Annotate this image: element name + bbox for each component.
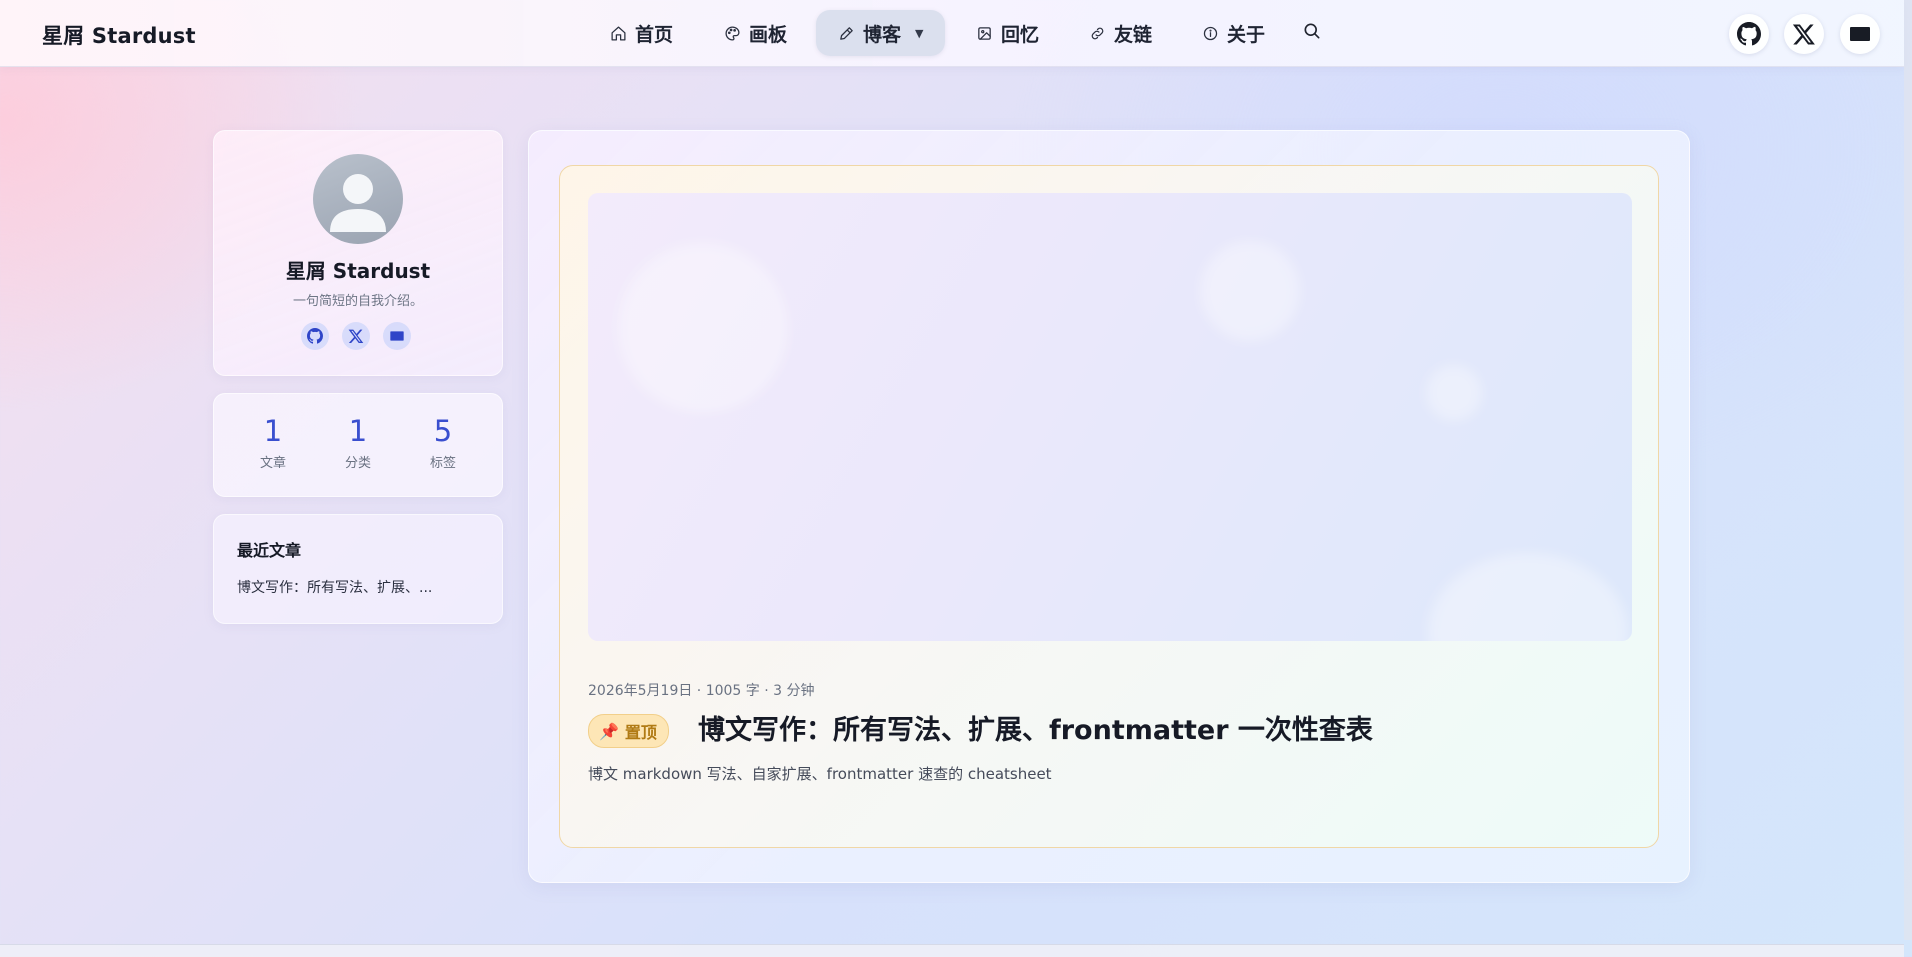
nav-label: 友链 bbox=[1114, 23, 1153, 46]
nav-label: 首页 bbox=[635, 23, 674, 46]
profile-bio: 一句简短的自我介绍。 bbox=[292, 294, 423, 309]
chevron-down-icon[interactable]: ▼ bbox=[915, 27, 923, 40]
stat-value: 1 bbox=[263, 414, 283, 448]
nav-label: 回忆 bbox=[1001, 23, 1040, 46]
post-title[interactable]: 博文写作：所有写法、扩展、frontmatter 一次性查表 bbox=[698, 708, 1373, 747]
nav-item-blog[interactable]: 博客 ▼ bbox=[816, 10, 946, 56]
nav-item-links[interactable]: 友链 bbox=[1079, 10, 1162, 56]
post-meta: 2026年5月19日 · 1005 字 · 3 分钟 bbox=[588, 683, 815, 699]
pinned-badge: 📌 置顶 bbox=[588, 714, 669, 748]
profile-github-link[interactable] bbox=[301, 322, 329, 350]
stat-label: 分类 bbox=[344, 456, 371, 471]
pushpin-icon: 📌 bbox=[599, 721, 619, 741]
nav-item-canvas[interactable]: 画板 bbox=[714, 10, 797, 56]
stat-posts[interactable]: 1 文章 bbox=[228, 414, 318, 471]
avatar[interactable] bbox=[313, 154, 403, 244]
mail-icon bbox=[390, 331, 404, 341]
recent-posts-card: 最近文章 博文写作：所有写法、扩展、... bbox=[213, 514, 503, 624]
profile-name: 星屑 Stardust bbox=[285, 259, 431, 283]
pencil-icon bbox=[840, 26, 853, 40]
mail-icon bbox=[1850, 27, 1870, 41]
nav-item-memories[interactable]: 回忆 bbox=[966, 10, 1049, 56]
stat-value: 1 bbox=[348, 414, 368, 448]
cover-bokeh bbox=[618, 243, 788, 413]
image-icon bbox=[978, 26, 991, 40]
stat-categories[interactable]: 1 分类 bbox=[313, 414, 403, 471]
profile-mail-link[interactable] bbox=[383, 322, 411, 350]
home-icon bbox=[611, 25, 626, 41]
link-icon bbox=[1091, 27, 1104, 39]
top-navbar: 星屑 Stardust 首页 画板 博客 ▼ 回忆 友链 关于 bbox=[0, 0, 1904, 67]
post-card[interactable]: 2026年5月19日 · 1005 字 · 3 分钟 📌 置顶 博文写作：所有写… bbox=[559, 165, 1659, 848]
recent-posts-title: 最近文章 bbox=[237, 541, 302, 560]
stat-label: 文章 bbox=[259, 456, 286, 471]
pinned-label: 置顶 bbox=[624, 723, 657, 742]
bottom-bar bbox=[0, 944, 1904, 957]
page-scrollbar[interactable] bbox=[1904, 0, 1912, 940]
stat-value: 5 bbox=[433, 414, 453, 448]
nav-label: 博客 bbox=[863, 23, 902, 46]
stat-tags[interactable]: 5 标签 bbox=[398, 414, 488, 471]
x-icon bbox=[1792, 24, 1815, 45]
palette-icon bbox=[725, 25, 740, 41]
user-avatar-icon bbox=[330, 174, 386, 232]
stats-card: 1 文章 1 分类 5 标签 bbox=[213, 393, 503, 497]
info-icon bbox=[1203, 26, 1218, 40]
x-link[interactable] bbox=[1784, 14, 1824, 54]
x-icon bbox=[348, 329, 364, 343]
nav-label: 关于 bbox=[1227, 23, 1266, 46]
nav-item-about[interactable]: 关于 bbox=[1192, 10, 1275, 56]
profile-card: 星屑 Stardust 一句简短的自我介绍。 bbox=[213, 130, 503, 376]
github-link[interactable] bbox=[1729, 14, 1769, 54]
post-excerpt: 博文 markdown 写法、自家扩展、frontmatter 速查的 chea… bbox=[588, 765, 1052, 783]
cover-bokeh bbox=[1200, 241, 1300, 341]
recent-post-link[interactable]: 博文写作：所有写法、扩展、... bbox=[237, 577, 432, 597]
mail-link[interactable] bbox=[1840, 14, 1880, 54]
cover-bokeh bbox=[1426, 365, 1482, 421]
github-icon bbox=[1737, 22, 1761, 46]
nav-label: 画板 bbox=[749, 23, 788, 46]
post-cover-image[interactable] bbox=[588, 193, 1632, 641]
nav-item-home[interactable]: 首页 bbox=[600, 10, 683, 56]
main-content-panel: 2026年5月19日 · 1005 字 · 3 分钟 📌 置顶 博文写作：所有写… bbox=[528, 130, 1690, 883]
search-button[interactable] bbox=[1302, 21, 1324, 43]
cover-bokeh bbox=[1428, 553, 1628, 641]
site-brand[interactable]: 星屑 Stardust bbox=[42, 20, 196, 50]
github-icon bbox=[307, 328, 323, 344]
stat-label: 标签 bbox=[429, 456, 456, 471]
search-icon bbox=[1304, 23, 1320, 39]
profile-x-link[interactable] bbox=[342, 322, 370, 350]
